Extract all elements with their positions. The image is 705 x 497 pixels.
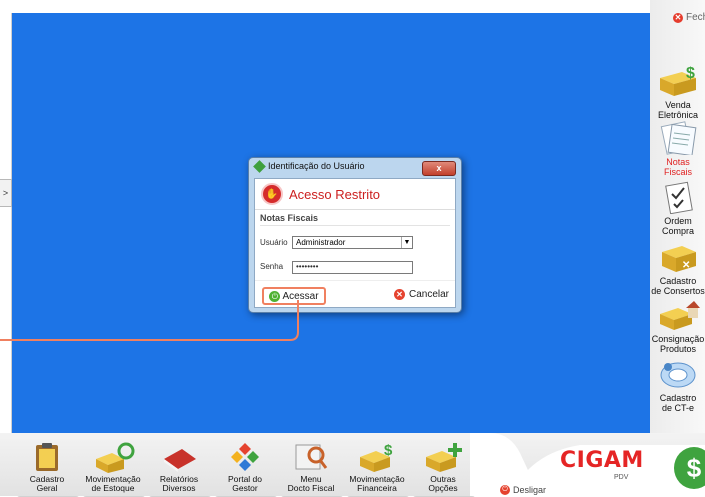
left-divider bbox=[11, 13, 12, 433]
sidebar-item-cadastro-cte[interactable]: Cadastro de CT-e bbox=[651, 355, 705, 415]
heading-text: Acesso Restrito bbox=[289, 186, 381, 202]
shutdown-button[interactable]: ⏻ Desligar bbox=[500, 485, 546, 495]
acessar-button[interactable]: ⏻ Acessar bbox=[262, 287, 326, 305]
blue-document-icon bbox=[660, 362, 696, 388]
close-label: Fecha bbox=[686, 12, 705, 23]
sidebar-item-consignacao-produtos[interactable]: Consignação Produtos bbox=[651, 296, 705, 356]
bottom-item-relatorios[interactable]: Relatórios Diversos bbox=[148, 437, 212, 497]
sidebar-item-notas-fiscais[interactable]: Notas Fiscais bbox=[651, 119, 705, 179]
user-select[interactable]: Administrador ▼ bbox=[292, 236, 413, 249]
nfe-search-icon bbox=[295, 444, 328, 470]
cancel-icon: ✕ bbox=[393, 289, 405, 300]
bottom-item-outras-opcoes[interactable]: Outras Opções bbox=[412, 437, 476, 497]
brand-sub: PDV bbox=[614, 474, 629, 481]
bottom-item-label: Relatórios Diversos bbox=[159, 474, 199, 493]
sidebar-item-label: Notas Fiscais bbox=[663, 157, 692, 177]
svg-text:✕: ✕ bbox=[682, 260, 690, 271]
invoice-icon bbox=[660, 121, 697, 155]
section-title: Notas Fiscais bbox=[260, 213, 319, 223]
repair-box-icon: ✕ bbox=[662, 246, 696, 272]
red-book-icon bbox=[164, 449, 196, 472]
plus-box-icon bbox=[426, 443, 462, 472]
bottom-item-menu-docto-fiscal[interactable]: Menu Docto Fiscal bbox=[280, 437, 344, 497]
bottom-item-portal-gestor[interactable]: Portal do Gestor bbox=[214, 437, 278, 497]
money-box-icon: $ bbox=[360, 442, 393, 472]
sidebar-item-venda-eletronica[interactable]: $ Venda Eletrônica bbox=[651, 62, 705, 122]
sidebar-item-label: Venda Eletrônica bbox=[657, 100, 699, 120]
sidebar-item-label: Cadastro de CT-e bbox=[659, 393, 697, 413]
section-divider bbox=[260, 225, 450, 226]
sidebar-item-ordem-compra[interactable]: Ordem Compra bbox=[651, 178, 705, 238]
power-icon: ⏻ bbox=[269, 290, 281, 302]
bottom-item-label: Cadastro Geral bbox=[29, 474, 65, 493]
bottom-item-label: Outras Opções bbox=[428, 474, 458, 493]
sidebar-item-label: Ordem Compra bbox=[661, 216, 694, 236]
close-icon: ✕ bbox=[673, 12, 683, 23]
acessar-label: Acessar bbox=[282, 290, 319, 302]
chevron-down-icon[interactable]: ▼ bbox=[401, 237, 412, 248]
sidebar-item-label: Cadastro de Consertos bbox=[651, 276, 705, 296]
bottom-item-cadastro-geral[interactable]: Cadastro Geral bbox=[16, 437, 80, 497]
cancel-button[interactable]: ✕ Cancelar bbox=[393, 289, 449, 300]
stock-refresh-icon bbox=[96, 442, 135, 473]
dialog-body: ✋ Acesso Restrito Notas Fiscais Usuário … bbox=[254, 178, 456, 308]
expand-panel-handle[interactable]: > bbox=[0, 179, 12, 207]
dialog-heading: ✋ Acesso Restrito bbox=[255, 179, 455, 210]
sidebar-item-label: Consignação Produtos bbox=[651, 334, 705, 354]
bottom-item-label: Portal do Gestor bbox=[227, 474, 263, 493]
shutdown-label: Desligar bbox=[513, 485, 547, 495]
power-icon: ⏻ bbox=[500, 485, 510, 495]
dialog-footer: ⏻ Acessar ✕ Cancelar bbox=[255, 280, 455, 307]
dollar-box-icon: $ bbox=[660, 65, 696, 96]
app-icon bbox=[253, 159, 266, 173]
close-button[interactable]: ✕ Fecha bbox=[673, 12, 705, 23]
dialog-title: Identificação do Usuário bbox=[268, 161, 365, 171]
checklist-icon bbox=[665, 181, 693, 214]
cancel-label: Cancelar bbox=[408, 289, 449, 300]
bottom-item-label: Menu Docto Fiscal bbox=[287, 474, 335, 493]
svg-text:$: $ bbox=[384, 442, 393, 459]
sidebar-item-cadastro-consertos[interactable]: ✕ Cadastro de Consertos bbox=[651, 238, 705, 298]
svg-text:$: $ bbox=[686, 65, 695, 82]
login-dialog: Identificação do Usuário x ✋ Acesso Rest… bbox=[248, 157, 462, 313]
password-label: Senha bbox=[260, 262, 284, 271]
password-field[interactable]: •••••••• bbox=[292, 261, 413, 274]
bottom-item-label: Movimentação de Estoque bbox=[85, 474, 141, 493]
dialog-close-button[interactable]: x bbox=[422, 161, 456, 176]
dialog-titlebar: Identificação do Usuário bbox=[253, 159, 365, 173]
clipboard-icon bbox=[36, 443, 58, 471]
stop-hand-icon: ✋ bbox=[261, 183, 283, 205]
user-label: Usuário bbox=[260, 238, 288, 247]
user-value: Administrador bbox=[296, 238, 346, 247]
bottom-item-label: Movimentação Financeira bbox=[349, 474, 405, 493]
house-box-icon bbox=[660, 301, 700, 330]
bottom-item-movimentacao-financeira[interactable]: $ Movimentação Financeira bbox=[346, 437, 410, 497]
diamond-icon bbox=[231, 443, 259, 471]
brand-logo: CIGAM bbox=[560, 448, 644, 473]
bottom-item-movimentacao-estoque[interactable]: Movimentação de Estoque bbox=[82, 437, 146, 497]
